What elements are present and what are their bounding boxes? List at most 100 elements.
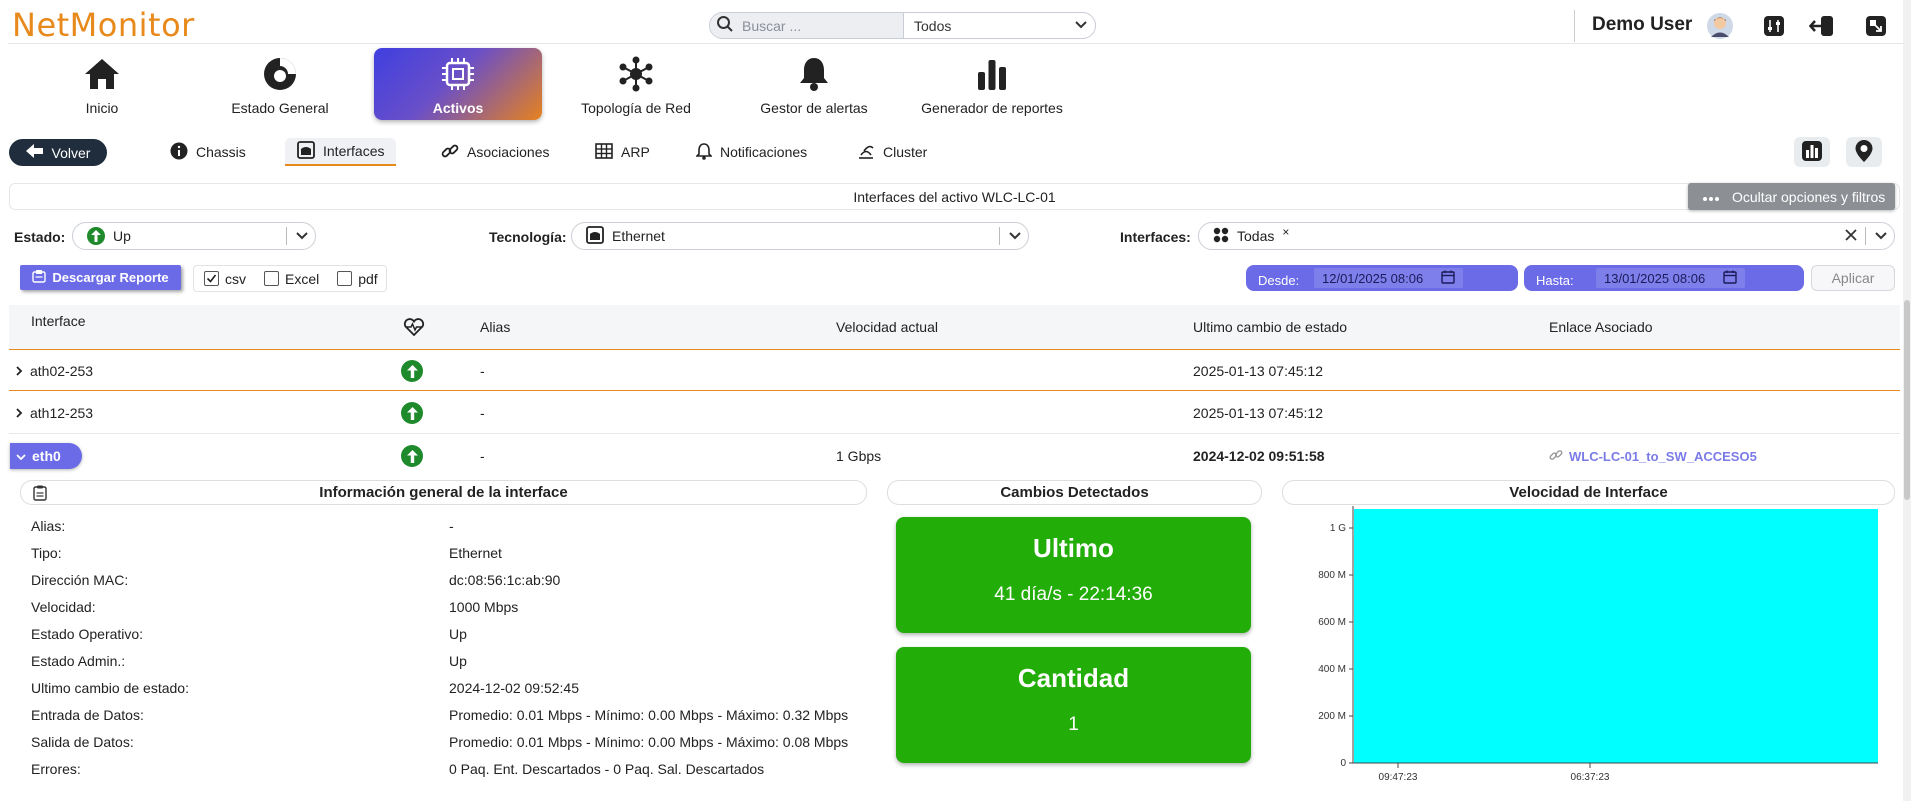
nav-item-topologia[interactable]: Topología de Red	[552, 48, 720, 120]
info-value: Up	[449, 653, 467, 669]
link-icon	[441, 142, 459, 163]
col-last-change[interactable]: Ultimo cambio de estado	[1193, 305, 1347, 349]
desde-input[interactable]: 12/01/2025 08:06	[1314, 268, 1464, 288]
search-scope-value: Todos	[914, 17, 952, 34]
clear-icon[interactable]	[1845, 228, 1857, 244]
tab-interfaces[interactable]: Interfaces	[285, 138, 397, 166]
y-tick-label: 600 M	[1318, 617, 1346, 628]
estado-value: Up	[113, 228, 131, 244]
chevron-right-icon[interactable]	[15, 350, 23, 392]
gauge-icon	[262, 54, 298, 94]
user-name[interactable]: Demo User	[1592, 14, 1692, 36]
avatar[interactable]	[1706, 12, 1734, 40]
apply-button[interactable]: Aplicar	[1811, 265, 1895, 291]
format-options: csv Excel pdf	[193, 265, 387, 292]
arrow-left-icon	[25, 144, 44, 161]
window-toggle-icon[interactable]	[1862, 12, 1890, 40]
col-interface[interactable]: Interface	[31, 299, 85, 343]
count-card: Cantidad 1	[896, 647, 1251, 763]
nav-label: Inicio	[85, 100, 119, 116]
nav-label: Activos	[432, 100, 484, 116]
tab-arp[interactable]: ARP	[595, 138, 650, 166]
expanded-row-tag[interactable]: eth0	[10, 443, 82, 469]
hasta-input[interactable]: 13/01/2025 08:06	[1596, 268, 1746, 288]
tecnologia-select[interactable]: Ethernet	[571, 222, 1029, 250]
row-link[interactable]: WLC-LC-01_to_SW_ACCESO5	[1549, 435, 1757, 477]
speed-panel-header: Velocidad de Interface	[1282, 480, 1895, 505]
nav-item-gestor-alertas[interactable]: Gestor de alertas	[730, 48, 898, 120]
tab-chassis[interactable]: Chassis	[170, 138, 246, 166]
chevron-down-icon	[16, 448, 26, 464]
format-pdf-checkbox[interactable]: pdf	[337, 271, 378, 287]
tecnologia-label: Tecnología:	[489, 229, 567, 245]
scrollbar-thumb[interactable]	[1904, 300, 1910, 500]
remove-chip-icon[interactable]: ×	[1282, 225, 1289, 239]
info-value: 1000 Mbps	[449, 599, 519, 615]
interfaces-label: Interfaces:	[1120, 229, 1191, 245]
chevron-down-icon	[1073, 16, 1089, 35]
info-key: Velocidad:	[31, 599, 96, 615]
tab-asociaciones[interactable]: Asociaciones	[441, 138, 550, 166]
info-value: 2024-12-02 09:52:45	[449, 680, 579, 696]
topology-icon	[618, 54, 654, 94]
nav-item-inicio[interactable]: Inicio	[18, 48, 186, 120]
search-scope-select[interactable]: Todos	[904, 16, 1095, 35]
chart-area	[1354, 509, 1878, 763]
bar-chart-icon	[1801, 140, 1823, 165]
app-logo[interactable]: NetMonitor	[12, 6, 195, 44]
arrow-up-icon	[87, 227, 105, 245]
tab-notificaciones[interactable]: Notificaciones	[695, 138, 807, 166]
home-icon	[83, 54, 121, 94]
card-value: 41 día/s - 22:14:36	[994, 584, 1153, 605]
y-tick-label: 1 G	[1330, 523, 1346, 534]
bell-icon	[798, 54, 830, 94]
interfaces-select[interactable]: Todas ×	[1198, 222, 1895, 250]
table-row[interactable]: ath02-253 - 2025-01-13 07:45:12	[9, 349, 1900, 391]
checkbox-unchecked[interactable]	[264, 271, 279, 286]
search-input[interactable]: Buscar ...	[710, 13, 904, 38]
select-separator	[1865, 227, 1866, 245]
hasta-date-field[interactable]: Hasta: 13/01/2025 08:06	[1524, 265, 1804, 291]
col-alias[interactable]: Alias	[480, 305, 510, 349]
bar-chart-icon	[976, 54, 1008, 94]
nav-item-activos[interactable]: Activos	[374, 48, 542, 120]
global-search[interactable]: Buscar ... Todos	[709, 12, 1096, 39]
format-excel-checkbox[interactable]: Excel	[264, 271, 319, 287]
select-separator	[286, 227, 287, 245]
nav-item-estado-general[interactable]: Estado General	[196, 48, 364, 120]
desde-date-field[interactable]: Desde: 12/01/2025 08:06	[1246, 265, 1518, 291]
table-row[interactable]: ath12-253 - 2025-01-13 07:45:12	[9, 392, 1900, 434]
info-value: 0 Paq. Ent. Descartados - 0 Paq. Sal. De…	[449, 761, 765, 777]
settings-sliders-icon[interactable]	[1760, 12, 1788, 40]
logout-icon[interactable]	[1808, 12, 1836, 40]
nav-item-generador-reportes[interactable]: Generador de reportes	[908, 48, 1076, 120]
checkbox-unchecked[interactable]	[337, 271, 353, 286]
chevron-down-icon	[1008, 228, 1022, 245]
col-speed[interactable]: Velocidad actual	[836, 305, 938, 349]
location-button[interactable]	[1846, 137, 1882, 167]
clipboard-icon	[33, 485, 47, 505]
search-placeholder: Buscar ...	[742, 17, 802, 34]
estado-select[interactable]: Up	[72, 222, 316, 250]
card-title: Ultimo	[1033, 533, 1114, 563]
nav-label: Topología de Red	[581, 100, 691, 116]
info-key: Estado Admin.:	[31, 653, 126, 669]
info-value: Promedio: 0.01 Mbps - Mínimo: 0.00 Mbps …	[449, 707, 849, 723]
last-change-card: Ultimo 41 día/s - 22:14:36	[896, 517, 1251, 633]
download-report-button[interactable]: Descargar Reporte	[20, 265, 181, 290]
calendar-icon[interactable]	[1723, 270, 1737, 287]
row-interface-name: ath02-253	[30, 363, 94, 379]
format-csv-checkbox[interactable]: csv	[204, 271, 246, 287]
stats-button[interactable]	[1794, 137, 1830, 167]
back-button[interactable]: Volver	[9, 139, 107, 166]
col-link[interactable]: Enlace Asociado	[1549, 305, 1653, 349]
toggle-filters-button[interactable]: Ocultar opciones y filtros	[1688, 183, 1895, 210]
chevron-down-icon	[295, 228, 309, 245]
checkbox-checked[interactable]	[204, 271, 219, 286]
calendar-icon[interactable]	[1441, 270, 1455, 287]
row-last-change: 2025-01-13 07:45:12	[1193, 405, 1323, 421]
table-row[interactable]: - 1 Gbps 2024-12-02 09:51:58 WLC-LC-01_t…	[9, 435, 1900, 477]
tab-cluster[interactable]: Cluster	[857, 138, 927, 166]
row-alias: -	[480, 363, 485, 379]
chevron-right-icon[interactable]	[15, 392, 23, 434]
